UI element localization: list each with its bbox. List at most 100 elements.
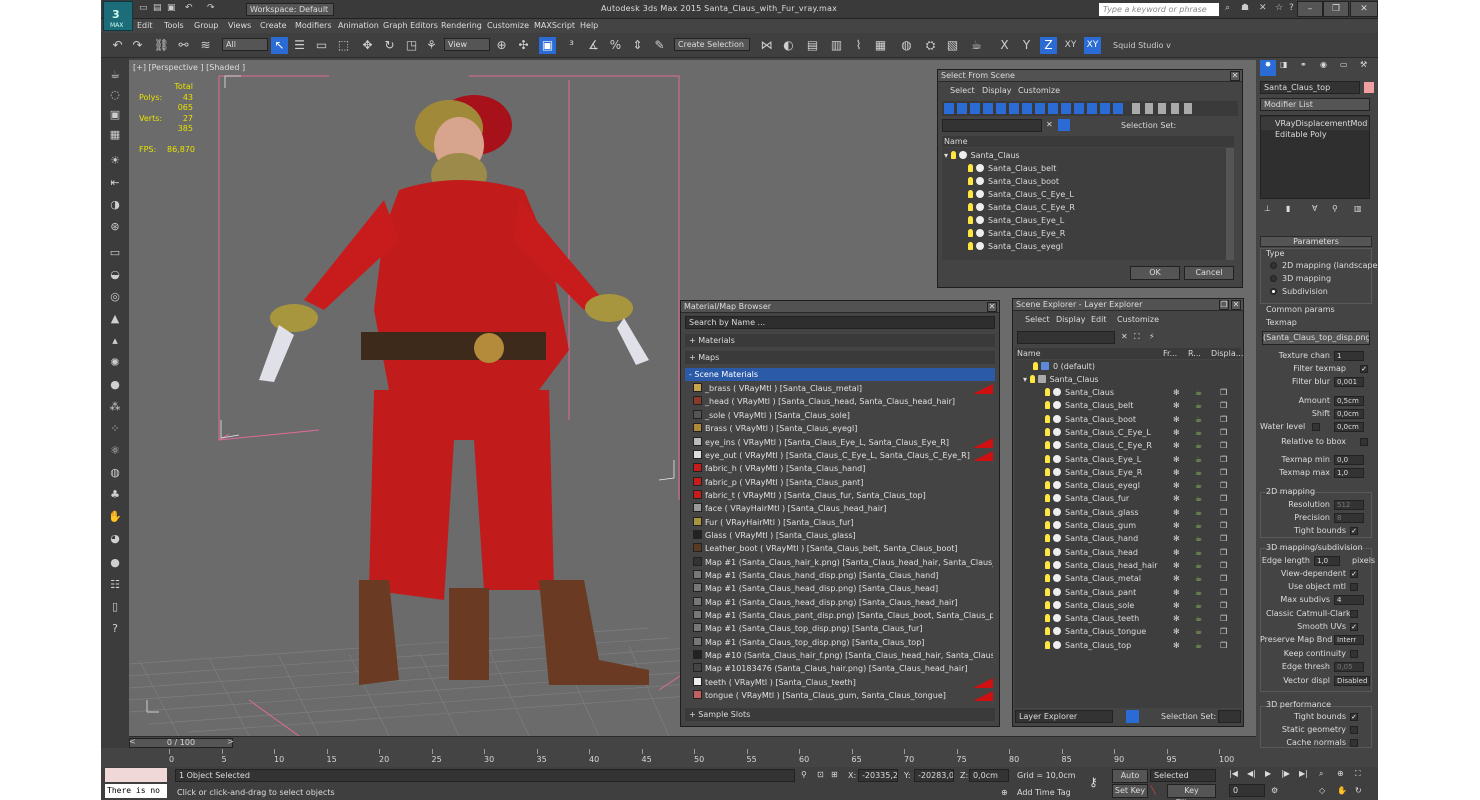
vector-displ-dropdown[interactable]: Disabled [1334, 676, 1370, 686]
layer-row-object[interactable]: Santa_Claus_fur ✻ ☕ ❒ [1015, 492, 1241, 505]
render-teapot-icon[interactable]: ☕ [1195, 519, 1202, 532]
render-teapot-icon[interactable]: ☕ [1195, 492, 1202, 505]
edge-thresh-spinner[interactable]: 0,05 [1334, 662, 1364, 672]
key-filters-button[interactable]: Key Filters... [1167, 784, 1216, 800]
restore-button[interactable]: ❐ [1323, 1, 1349, 17]
material-item[interactable]: fabric_h ( VRayMtl ) [Santa_Claus_hand] [693, 463, 993, 475]
menu-display[interactable]: Display [1056, 315, 1086, 324]
render-setup-icon[interactable]: ⛭ [922, 37, 939, 54]
display-box-icon[interactable]: ❒ [1220, 612, 1227, 625]
search-input[interactable]: Type a keyword or phrase [1099, 3, 1219, 16]
plane-icon[interactable]: ▭ [107, 246, 123, 260]
open-file-icon[interactable]: ▤ [153, 3, 162, 16]
modifier-editable-poly[interactable]: Editable Poly [1261, 128, 1369, 141]
axis-xy-lock-button[interactable]: XY [1084, 37, 1101, 54]
prev-frame-icon[interactable]: ◀| [1247, 769, 1256, 778]
select-children-icon[interactable] [1058, 119, 1070, 131]
display-box-icon[interactable]: ❒ [1220, 439, 1227, 452]
water-level-spinner[interactable]: 0,0cm [1334, 422, 1364, 432]
menu-views[interactable]: Views [228, 21, 251, 30]
x-coord-field[interactable]: -20335,256 [858, 769, 898, 782]
material-item[interactable]: Map #1 (Santa_Claus_head_disp.png) [Sant… [693, 583, 993, 595]
material-search-input[interactable]: Search by Name ... [685, 316, 995, 329]
precision-spinner[interactable]: 8 [1334, 513, 1364, 523]
layer-row-object[interactable]: Santa_Claus_belt ✻ ☕ ❒ [1015, 399, 1241, 412]
scene-explorer-title[interactable]: Scene Explorer - Layer Explorer [1013, 299, 1243, 311]
selection-filter-dropdown[interactable]: All [222, 38, 268, 51]
freeze-icon[interactable]: ✻ [1173, 479, 1180, 492]
time-config-icon[interactable]: ⚙ [1271, 786, 1278, 795]
menu-help[interactable]: Help [580, 21, 598, 30]
type-2d-radio[interactable] [1270, 262, 1277, 269]
window-crossing-icon[interactable]: ⬚ [335, 37, 352, 54]
key-icon[interactable]: ⚷ [1089, 775, 1098, 789]
display-box-icon[interactable]: ❒ [1220, 639, 1227, 652]
filter-type-icons[interactable] [944, 103, 1126, 114]
utilities-tab-icon[interactable]: ⚒ [1360, 60, 1367, 69]
zoom-all-icon[interactable]: ⊕ [1337, 769, 1344, 778]
freeze-icon[interactable]: ✻ [1173, 546, 1180, 559]
freeze-icon[interactable]: ✻ [1173, 506, 1180, 519]
select-manipulate-icon[interactable]: ✣ [515, 37, 532, 54]
freeze-icon[interactable]: ✻ [1173, 492, 1180, 505]
mirror-icon[interactable]: ⋈ [758, 37, 775, 54]
object-color-swatch[interactable] [1364, 82, 1374, 93]
menu-maxscript[interactable]: MAXScript [534, 21, 575, 30]
time-slider[interactable]: 0 / 100 [129, 738, 233, 748]
display-box-icon[interactable]: ❒ [1220, 599, 1227, 612]
material-item[interactable]: Map #1 (Santa_Claus_hand_disp.png) [Sant… [693, 570, 993, 582]
material-item[interactable]: Map #1 (Santa_Claus_head_disp.png) [Sant… [693, 597, 993, 609]
explorer-find-input[interactable] [1017, 331, 1115, 344]
rendered-frame-icon[interactable]: ▧ [944, 37, 961, 54]
placement-icon[interactable]: ⚘ [423, 37, 440, 54]
modify-tab-icon[interactable]: ◨ [1280, 60, 1288, 69]
move-icon[interactable]: ✥ [359, 37, 376, 54]
freeze-icon[interactable]: ✻ [1173, 532, 1180, 545]
display-box-icon[interactable]: ❒ [1220, 386, 1227, 399]
search-icon[interactable]: ⌕ [1225, 3, 1230, 13]
render-teapot-icon[interactable]: ☕ [1195, 612, 1202, 625]
cache-normals-checkbox[interactable] [1350, 739, 1358, 747]
display-box-icon[interactable]: ❒ [1220, 625, 1227, 638]
keyboard-shortcut-icon[interactable]: ▣ [539, 37, 556, 54]
select-children-icon[interactable]: ⛶ [1134, 332, 1140, 342]
water-level-checkbox[interactable] [1312, 423, 1320, 431]
freeze-icon[interactable]: ✻ [1173, 453, 1180, 466]
layer-row-object[interactable]: Santa_Claus_pant ✻ ☕ ❒ [1015, 586, 1241, 599]
undo-icon[interactable]: ↶ [185, 3, 193, 16]
catmull-clark-checkbox[interactable] [1350, 610, 1358, 618]
snaps-toggle-icon[interactable]: ³ [563, 37, 580, 54]
viewport-label[interactable]: [+] [Perspective ] [Shaded ] [133, 63, 245, 72]
layer-row-object[interactable]: Santa_Claus_head ✻ ☕ ❒ [1015, 546, 1241, 559]
redo-icon[interactable]: ↷ [207, 3, 215, 16]
app-logo[interactable]: 3 MAX [103, 1, 133, 31]
menu-modifiers[interactable]: Modifiers [295, 21, 332, 30]
pyramid-icon[interactable]: ▲ [107, 312, 123, 326]
pivot-center-icon[interactable]: ⊕ [493, 37, 510, 54]
add-time-tag-icon[interactable]: ⊕ [1001, 788, 1008, 797]
material-item[interactable]: fabric_p ( VRayMtl ) [Santa_Claus_pant] [693, 477, 993, 489]
texture-chan-spinner[interactable]: 1 [1334, 351, 1364, 361]
layer-row-object[interactable]: Santa_Claus_eyegl ✻ ☕ ❒ [1015, 479, 1241, 492]
menu-graph-editors[interactable]: Graph Editors [383, 21, 438, 30]
auto-key-button[interactable]: Auto Key [1112, 769, 1148, 792]
tree-row[interactable]: Santa_Claus_C_Eye_R [942, 201, 1234, 214]
render-teapot-icon[interactable]: ☕ [1195, 479, 1202, 492]
sample-slots-section[interactable]: + Sample Slots [685, 708, 995, 721]
workspace-dropdown[interactable]: Workspace: Default [246, 3, 334, 16]
find-input[interactable] [942, 119, 1042, 132]
y-coord-field[interactable]: -20283,076 [914, 769, 954, 782]
render-teapot-icon[interactable]: ☕ [1195, 386, 1202, 399]
layer-row-object[interactable]: Santa_Claus_Eye_L ✻ ☕ ❒ [1015, 453, 1241, 466]
material-item[interactable]: _sole ( VRayMtl ) [Santa_Claus_sole] [693, 410, 993, 422]
timeline-ruler[interactable]: 0 5 10 15 20 25 30 35 40 45 50 55 60 65 70 75 80 85 90 95 10… [169, 749, 1234, 767]
display-box-icon[interactable]: ❒ [1220, 453, 1227, 466]
menu-create[interactable]: Create [260, 21, 287, 30]
col-freeze[interactable]: Fr... [1163, 348, 1177, 359]
angle-snap-icon[interactable]: ∡ [585, 37, 602, 54]
unlink-icon[interactable]: ⚯ [175, 37, 192, 54]
rotate-icon[interactable]: ↻ [381, 37, 398, 54]
display-box-icon[interactable]: ❒ [1220, 413, 1227, 426]
menu-display[interactable]: Display [982, 86, 1012, 95]
material-item[interactable]: eye_out ( VRayMtl ) [Santa_Claus_C_Eye_L… [693, 450, 993, 462]
